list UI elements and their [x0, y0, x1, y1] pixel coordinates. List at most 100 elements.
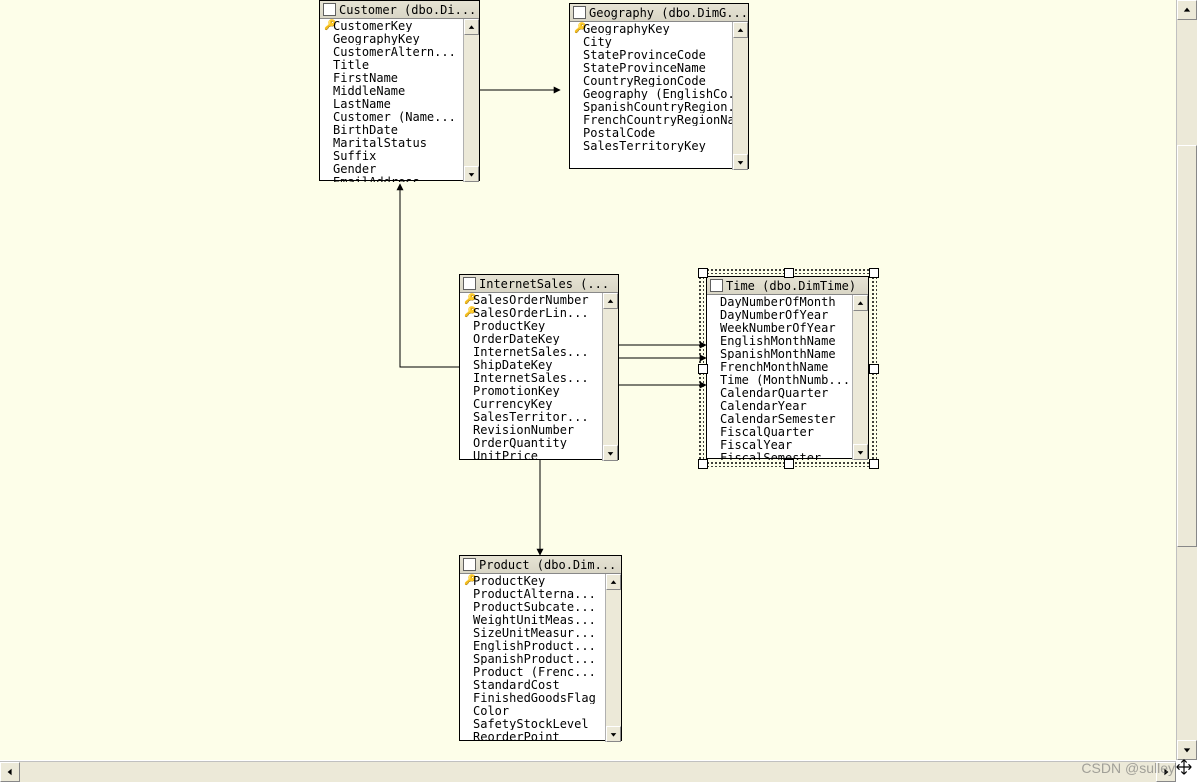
scroll-down-icon[interactable] [853, 444, 868, 460]
column-row[interactable]: 🔑EnglishMonthName [707, 334, 852, 347]
column-row[interactable]: 🔑MiddleName [320, 84, 463, 97]
column-row[interactable]: 🔑SpanishMonthName [707, 347, 852, 360]
column-row[interactable]: 🔑SafetyStockLevel [460, 717, 605, 730]
column-row[interactable]: 🔑InternetSales... [460, 371, 602, 384]
column-row[interactable]: 🔑CustomerKey [320, 19, 463, 32]
scroll-down-button[interactable] [1177, 740, 1197, 760]
table-title[interactable]: Product (dbo.Dim... [460, 556, 621, 574]
table-scrollbar[interactable] [732, 22, 748, 170]
column-row[interactable]: 🔑DayNumberOfMonth [707, 295, 852, 308]
table-scrollbar[interactable] [852, 295, 868, 460]
scroll-up-icon[interactable] [853, 295, 868, 311]
scroll-up-button[interactable] [1177, 0, 1197, 20]
column-row[interactable]: 🔑Suffix [320, 149, 463, 162]
table-time[interactable]: Time (dbo.DimTime)🔑DayNumberOfMonth🔑DayN… [706, 276, 869, 459]
column-row[interactable]: 🔑CurrencyKey [460, 397, 602, 410]
column-row[interactable]: 🔑CalendarSemester [707, 412, 852, 425]
scroll-down-icon[interactable] [733, 154, 748, 170]
scroll-down-icon[interactable] [464, 166, 479, 182]
table-product[interactable]: Product (dbo.Dim...🔑ProductKey🔑ProductAl… [459, 555, 622, 741]
column-row[interactable]: 🔑FirstName [320, 71, 463, 84]
column-row[interactable]: 🔑DayNumberOfYear [707, 308, 852, 321]
column-row[interactable]: 🔑SalesTerritoryKey [570, 139, 732, 152]
column-row[interactable]: 🔑StandardCost [460, 678, 605, 691]
scroll-right-button[interactable] [1156, 762, 1176, 782]
column-row[interactable]: 🔑FiscalYear [707, 438, 852, 451]
column-row[interactable]: 🔑Geography (EnglishCo... [570, 87, 732, 100]
column-row[interactable]: 🔑WeekNumberOfYear [707, 321, 852, 334]
column-row[interactable]: 🔑SalesOrderNumber [460, 293, 602, 306]
column-row[interactable]: 🔑ProductSubcate... [460, 600, 605, 613]
column-row[interactable]: 🔑ProductKey [460, 319, 602, 332]
scroll-up-icon[interactable] [603, 293, 618, 309]
table-scrollbar[interactable] [602, 293, 618, 461]
scroll-up-icon[interactable] [606, 574, 621, 590]
column-row[interactable]: 🔑SalesTerritor... [460, 410, 602, 423]
column-row[interactable]: 🔑ProductAlterna... [460, 587, 605, 600]
column-row[interactable]: 🔑SalesOrderLin... [460, 306, 602, 319]
table-title[interactable]: Time (dbo.DimTime) [707, 277, 868, 295]
column-row[interactable]: 🔑MaritalStatus [320, 136, 463, 149]
column-row[interactable]: 🔑GeographyKey [320, 32, 463, 45]
column-row[interactable]: 🔑PromotionKey [460, 384, 602, 397]
column-row[interactable]: 🔑SpanishCountryRegion... [570, 100, 732, 113]
column-row[interactable]: 🔑Title [320, 58, 463, 71]
column-row[interactable]: 🔑ReorderPoint [460, 730, 605, 742]
resize-handle[interactable] [784, 459, 794, 469]
table-internetsales[interactable]: InternetSales (...🔑SalesOrderNumber🔑Sale… [459, 274, 619, 460]
scroll-left-button[interactable] [0, 762, 20, 782]
column-row[interactable]: 🔑UnitPrice [460, 449, 602, 461]
column-row[interactable]: 🔑PostalCode [570, 126, 732, 139]
column-row[interactable]: 🔑LastName [320, 97, 463, 110]
column-row[interactable]: 🔑StateProvinceCode [570, 48, 732, 61]
diagram-canvas[interactable]: Customer (dbo.Di...🔑CustomerKey🔑Geograph… [0, 0, 1176, 760]
table-title[interactable]: InternetSales (... [460, 275, 618, 293]
column-row[interactable]: 🔑OrderQuantity [460, 436, 602, 449]
column-row[interactable]: 🔑FrenchMonthName [707, 360, 852, 373]
column-row[interactable]: 🔑CalendarYear [707, 399, 852, 412]
scroll-up-icon[interactable] [464, 19, 479, 35]
table-title[interactable]: Customer (dbo.Di... [320, 1, 479, 19]
column-row[interactable]: 🔑BirthDate [320, 123, 463, 136]
resize-handle[interactable] [869, 364, 879, 374]
column-row[interactable]: 🔑Gender [320, 162, 463, 175]
scroll-down-icon[interactable] [603, 445, 618, 461]
column-row[interactable]: 🔑SpanishProduct... [460, 652, 605, 665]
scroll-up-icon[interactable] [733, 22, 748, 38]
column-row[interactable]: 🔑EmailAddress [320, 175, 463, 182]
column-row[interactable]: 🔑GeographyKey [570, 22, 732, 35]
column-row[interactable]: 🔑ProductKey [460, 574, 605, 587]
column-row[interactable]: 🔑Customer (Name... [320, 110, 463, 123]
resize-handle[interactable] [698, 459, 708, 469]
column-row[interactable]: 🔑CountryRegionCode [570, 74, 732, 87]
column-row[interactable]: 🔑Color [460, 704, 605, 717]
column-row[interactable]: 🔑CalendarQuarter [707, 386, 852, 399]
column-row[interactable]: 🔑FinishedGoodsFlag [460, 691, 605, 704]
scroll-down-icon[interactable] [606, 726, 621, 742]
column-row[interactable]: 🔑RevisionNumber [460, 423, 602, 436]
column-row[interactable]: 🔑Product (Frenc... [460, 665, 605, 678]
column-row[interactable]: 🔑EnglishProduct... [460, 639, 605, 652]
column-row[interactable]: 🔑ShipDateKey [460, 358, 602, 371]
horizontal-scrollbar[interactable] [0, 761, 1176, 782]
column-row[interactable]: 🔑OrderDateKey [460, 332, 602, 345]
table-customer[interactable]: Customer (dbo.Di...🔑CustomerKey🔑Geograph… [319, 0, 480, 181]
resize-handle[interactable] [869, 268, 879, 278]
column-row[interactable]: 🔑SizeUnitMeasur... [460, 626, 605, 639]
column-row[interactable]: 🔑FrenchCountryRegionName [570, 113, 732, 126]
column-row[interactable]: 🔑Time (MonthNumb... [707, 373, 852, 386]
column-row[interactable]: 🔑WeightUnitMeas... [460, 613, 605, 626]
vertical-scrollbar[interactable] [1176, 0, 1197, 760]
table-title[interactable]: Geography (dbo.DimG... [570, 4, 748, 22]
column-row[interactable]: 🔑StateProvinceName [570, 61, 732, 74]
table-scrollbar[interactable] [605, 574, 621, 742]
column-row[interactable]: 🔑CustomerAltern... [320, 45, 463, 58]
resize-handle[interactable] [869, 459, 879, 469]
column-row[interactable]: 🔑City [570, 35, 732, 48]
column-row[interactable]: 🔑FiscalQuarter [707, 425, 852, 438]
table-geography[interactable]: Geography (dbo.DimG...🔑GeographyKey🔑City… [569, 3, 749, 169]
table-scrollbar[interactable] [463, 19, 479, 182]
column-row[interactable]: 🔑FiscalSemester [707, 451, 852, 460]
column-row[interactable]: 🔑InternetSales... [460, 345, 602, 358]
scroll-thumb[interactable] [1177, 145, 1197, 547]
